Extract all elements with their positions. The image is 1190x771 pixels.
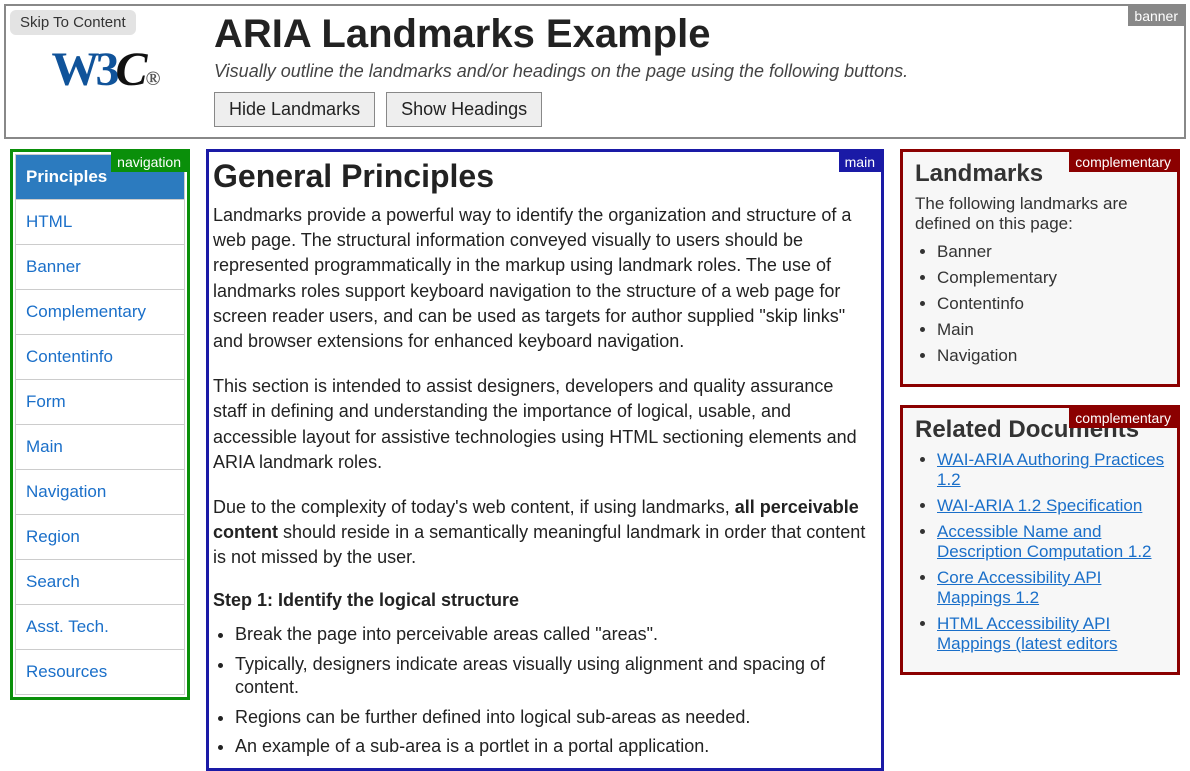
nav-item-form[interactable]: Form [16, 380, 184, 424]
complementary-landmark-label-1: complementary [1069, 152, 1177, 172]
nav-li: Search [15, 560, 185, 605]
related-doc-item: Accessible Name and Description Computat… [937, 522, 1165, 562]
related-doc-item: HTML Accessibility API Mappings (latest … [937, 614, 1165, 654]
page-title: ARIA Landmarks Example [214, 12, 908, 57]
banner-region: Skip To Content banner W3C® ARIA Landmar… [4, 4, 1186, 139]
landmarks-intro: The following landmarks are defined on t… [915, 194, 1165, 234]
nav-li: Banner [15, 245, 185, 290]
related-doc-item: WAI-ARIA Authoring Practices 1.2 [937, 450, 1165, 490]
step-item: Regions can be further defined into logi… [235, 706, 871, 729]
nav-item-html[interactable]: HTML [16, 200, 184, 244]
nav-item-banner[interactable]: Banner [16, 245, 184, 289]
landmarks-complementary-region: complementary Landmarks The following la… [900, 149, 1180, 387]
nav-item-region[interactable]: Region [16, 515, 184, 559]
nav-item-resources[interactable]: Resources [16, 650, 184, 694]
complementary-landmark-label-2: complementary [1069, 408, 1177, 428]
related-doc-link[interactable]: HTML Accessibility API Mappings (latest … [937, 614, 1117, 653]
show-headings-button[interactable]: Show Headings [386, 92, 542, 127]
navigation-landmark-label: navigation [111, 152, 187, 172]
navigation-region: navigation PrinciplesHTMLBannerComplemen… [10, 149, 190, 700]
main-paragraph-1: Landmarks provide a powerful way to iden… [213, 203, 871, 354]
nav-item-navigation[interactable]: Navigation [16, 470, 184, 514]
related-doc-item: WAI-ARIA 1.2 Specification [937, 496, 1165, 516]
nav-li: HTML [15, 200, 185, 245]
related-doc-link[interactable]: WAI-ARIA Authoring Practices 1.2 [937, 450, 1164, 489]
nav-li: Navigation [15, 470, 185, 515]
step-item: An example of a sub-area is a portlet in… [235, 735, 871, 758]
nav-li: Complementary [15, 290, 185, 335]
landmark-item: Banner [937, 242, 1165, 262]
related-doc-link[interactable]: WAI-ARIA 1.2 Specification [937, 496, 1142, 515]
nav-item-search[interactable]: Search [16, 560, 184, 604]
nav-item-asst-tech-[interactable]: Asst. Tech. [16, 605, 184, 649]
landmark-item: Contentinfo [937, 294, 1165, 314]
step-item: Typically, designers indicate areas visu… [235, 653, 871, 700]
nav-li: Form [15, 380, 185, 425]
related-doc-item: Core Accessibility API Mappings 1.2 [937, 568, 1165, 608]
nav-item-complementary[interactable]: Complementary [16, 290, 184, 334]
landmark-item: Complementary [937, 268, 1165, 288]
nav-li: Asst. Tech. [15, 605, 185, 650]
page-subtitle: Visually outline the landmarks and/or he… [214, 61, 908, 82]
main-paragraph-2: This section is intended to assist desig… [213, 374, 871, 475]
related-documents-complementary-region: complementary Related Documents WAI-ARIA… [900, 405, 1180, 675]
nav-li: Main [15, 425, 185, 470]
main-landmark-label: main [839, 152, 881, 172]
landmark-item: Navigation [937, 346, 1165, 366]
main-paragraph-3: Due to the complexity of today's web con… [213, 495, 871, 571]
nav-li: Resources [15, 650, 185, 695]
step-item: Break the page into perceivable areas ca… [235, 623, 871, 646]
nav-item-contentinfo[interactable]: Contentinfo [16, 335, 184, 379]
step-1-heading: Step 1: Identify the logical structure [213, 590, 871, 611]
related-doc-link[interactable]: Core Accessibility API Mappings 1.2 [937, 568, 1101, 607]
nav-li: Contentinfo [15, 335, 185, 380]
main-heading: General Principles [213, 158, 871, 195]
hide-landmarks-button[interactable]: Hide Landmarks [214, 92, 375, 127]
landmark-item: Main [937, 320, 1165, 340]
nav-item-main[interactable]: Main [16, 425, 184, 469]
banner-landmark-label: banner [1128, 6, 1184, 26]
nav-li: Region [15, 515, 185, 560]
skip-to-content-button[interactable]: Skip To Content [10, 10, 136, 35]
main-region: main General Principles Landmarks provid… [206, 149, 884, 771]
related-doc-link[interactable]: Accessible Name and Description Computat… [937, 522, 1152, 561]
